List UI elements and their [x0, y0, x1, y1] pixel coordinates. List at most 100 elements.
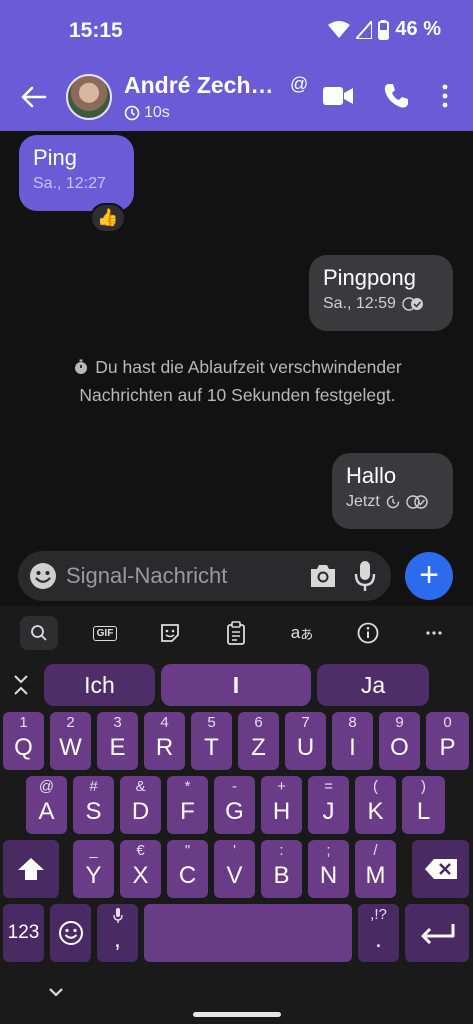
collapse-icon[interactable]	[10, 672, 32, 698]
key-s[interactable]: # S	[73, 776, 114, 834]
key-n[interactable]: ; N	[308, 840, 349, 898]
shift-key[interactable]	[3, 840, 59, 898]
delivered-check-icon	[406, 495, 428, 509]
navigation-bar	[0, 964, 473, 1024]
message-meta: Jetzt	[346, 493, 439, 511]
microphone-icon[interactable]	[354, 560, 376, 592]
reaction-badge[interactable]: 👍	[90, 203, 126, 233]
keyboard: GIF aあ Ich I Ja 1Q 2W 3E 4R 5T 6Z 7U 8 I…	[0, 606, 473, 1024]
key-t[interactable]: 5T	[191, 712, 232, 770]
emoji-icon	[58, 921, 83, 945]
enter-key[interactable]	[405, 904, 469, 962]
status-icons: 46 %	[328, 18, 441, 41]
suggestion-bar: Ich I Ja	[0, 662, 473, 708]
key-e[interactable]: 3E	[97, 712, 138, 770]
message-bubble-incoming[interactable]: Ping Sa., 12:27	[19, 135, 134, 211]
key-m[interactable]: / M	[355, 840, 396, 898]
timer-icon	[124, 105, 140, 121]
clipboard-icon[interactable]	[217, 616, 255, 650]
keyboard-toolbar: GIF aあ	[0, 606, 473, 660]
key-y[interactable]: _ Y	[73, 840, 114, 898]
mention-icon: @	[290, 74, 309, 94]
space-bar[interactable]	[144, 904, 352, 962]
key-q[interactable]: 1Q	[3, 712, 44, 770]
translate-icon[interactable]: aあ	[283, 616, 321, 650]
key-u[interactable]: 7U	[285, 712, 326, 770]
key-k[interactable]: (K	[355, 776, 396, 834]
system-message-text: Du hast die Ablaufzeit verschwindender N…	[79, 357, 402, 405]
suggestion-chip[interactable]: Ja	[317, 664, 429, 706]
camera-icon[interactable]	[308, 562, 338, 590]
status-bar: 15:15 46 %	[0, 0, 473, 60]
key-a[interactable]: @ A	[26, 776, 67, 834]
message-time: Jetzt	[346, 493, 380, 510]
backspace-key[interactable]	[412, 840, 469, 898]
sticker-icon[interactable]	[151, 616, 189, 650]
key-v[interactable]: ' V	[214, 840, 255, 898]
shift-icon	[18, 858, 44, 880]
more-icon[interactable]	[415, 616, 453, 650]
message-text: Pingpong	[323, 265, 416, 290]
message-meta: Sa., 12:27	[33, 175, 120, 193]
key-h[interactable]: + H	[261, 776, 302, 834]
message-composer	[18, 551, 391, 601]
app-bar: André Zech… @ 10s	[0, 60, 473, 131]
key-c[interactable]: " C	[167, 840, 208, 898]
disappearing-timer[interactable]: 10s	[124, 104, 170, 122]
message-bubble-outgoing[interactable]: Pingpong Sa., 12:59	[309, 255, 453, 331]
microphone-icon	[113, 908, 123, 923]
key-i[interactable]: 8I	[332, 712, 373, 770]
status-time: 15:15	[69, 19, 123, 42]
enter-icon	[421, 924, 455, 945]
battery-percentage: 46 %	[395, 18, 441, 40]
delivered-check-icon	[402, 297, 423, 311]
contact-avatar[interactable]	[66, 74, 112, 120]
back-arrow-icon[interactable]	[18, 82, 48, 112]
info-icon[interactable]	[349, 616, 387, 650]
phone-call-icon[interactable]	[382, 82, 410, 110]
key-r[interactable]: 4R	[144, 712, 185, 770]
message-time: Sa., 12:27	[33, 175, 106, 192]
key-w[interactable]: 2W	[50, 712, 91, 770]
key-l[interactable]: ) L	[402, 776, 445, 834]
key-x[interactable]: € X	[120, 840, 161, 898]
system-message: Du hast die Ablaufzeit verschwindender N…	[60, 353, 415, 409]
suggestion-chip[interactable]: I	[161, 664, 311, 706]
emoji-key[interactable]	[50, 904, 91, 962]
gif-icon[interactable]: GIF	[86, 616, 124, 650]
message-input[interactable]	[66, 559, 296, 593]
contact-name[interactable]: André Zech…	[124, 72, 274, 99]
numbers-key[interactable]: 123	[3, 904, 44, 962]
home-indicator[interactable]	[193, 1012, 281, 1017]
timer-icon	[75, 359, 88, 374]
key-z[interactable]: 6Z	[238, 712, 279, 770]
suggestion-chip[interactable]: Ich	[44, 664, 155, 706]
signal-icon	[356, 20, 373, 39]
key-b[interactable]: :B	[261, 840, 302, 898]
message-text: Ping	[33, 145, 78, 170]
message-meta: Sa., 12:59	[323, 295, 439, 313]
key-f[interactable]: * F	[167, 776, 208, 834]
video-call-icon[interactable]	[322, 84, 354, 108]
message-list[interactable]: Ping Sa., 12:27 👍 Pingpong Sa., 12:59 Du…	[0, 131, 473, 551]
backspace-icon	[424, 859, 457, 879]
attach-plus-button[interactable]: +	[405, 552, 453, 600]
search-icon[interactable]	[20, 616, 58, 650]
key-d[interactable]: & D	[120, 776, 161, 834]
chevron-down-icon[interactable]	[46, 982, 66, 1002]
message-time: Sa., 12:59	[323, 295, 396, 312]
key-g[interactable]: -G	[214, 776, 255, 834]
message-bubble-outgoing[interactable]: Hallo Jetzt	[332, 453, 453, 529]
more-options-icon[interactable]	[438, 82, 452, 110]
message-text: Hallo	[346, 463, 397, 488]
key-o[interactable]: 9O	[379, 712, 420, 770]
key-p[interactable]: 0P	[426, 712, 469, 770]
period-key[interactable]: ,!? .	[358, 904, 399, 962]
battery-icon	[378, 19, 390, 40]
timer-value: 10s	[144, 104, 170, 121]
comma-key[interactable]: ,	[97, 904, 138, 962]
emoji-icon[interactable]	[28, 561, 58, 591]
key-j[interactable]: = J	[308, 776, 349, 834]
conversation-header: 15:15 46 % André Zech… @ 10s	[0, 0, 473, 131]
timer-icon	[386, 495, 399, 509]
